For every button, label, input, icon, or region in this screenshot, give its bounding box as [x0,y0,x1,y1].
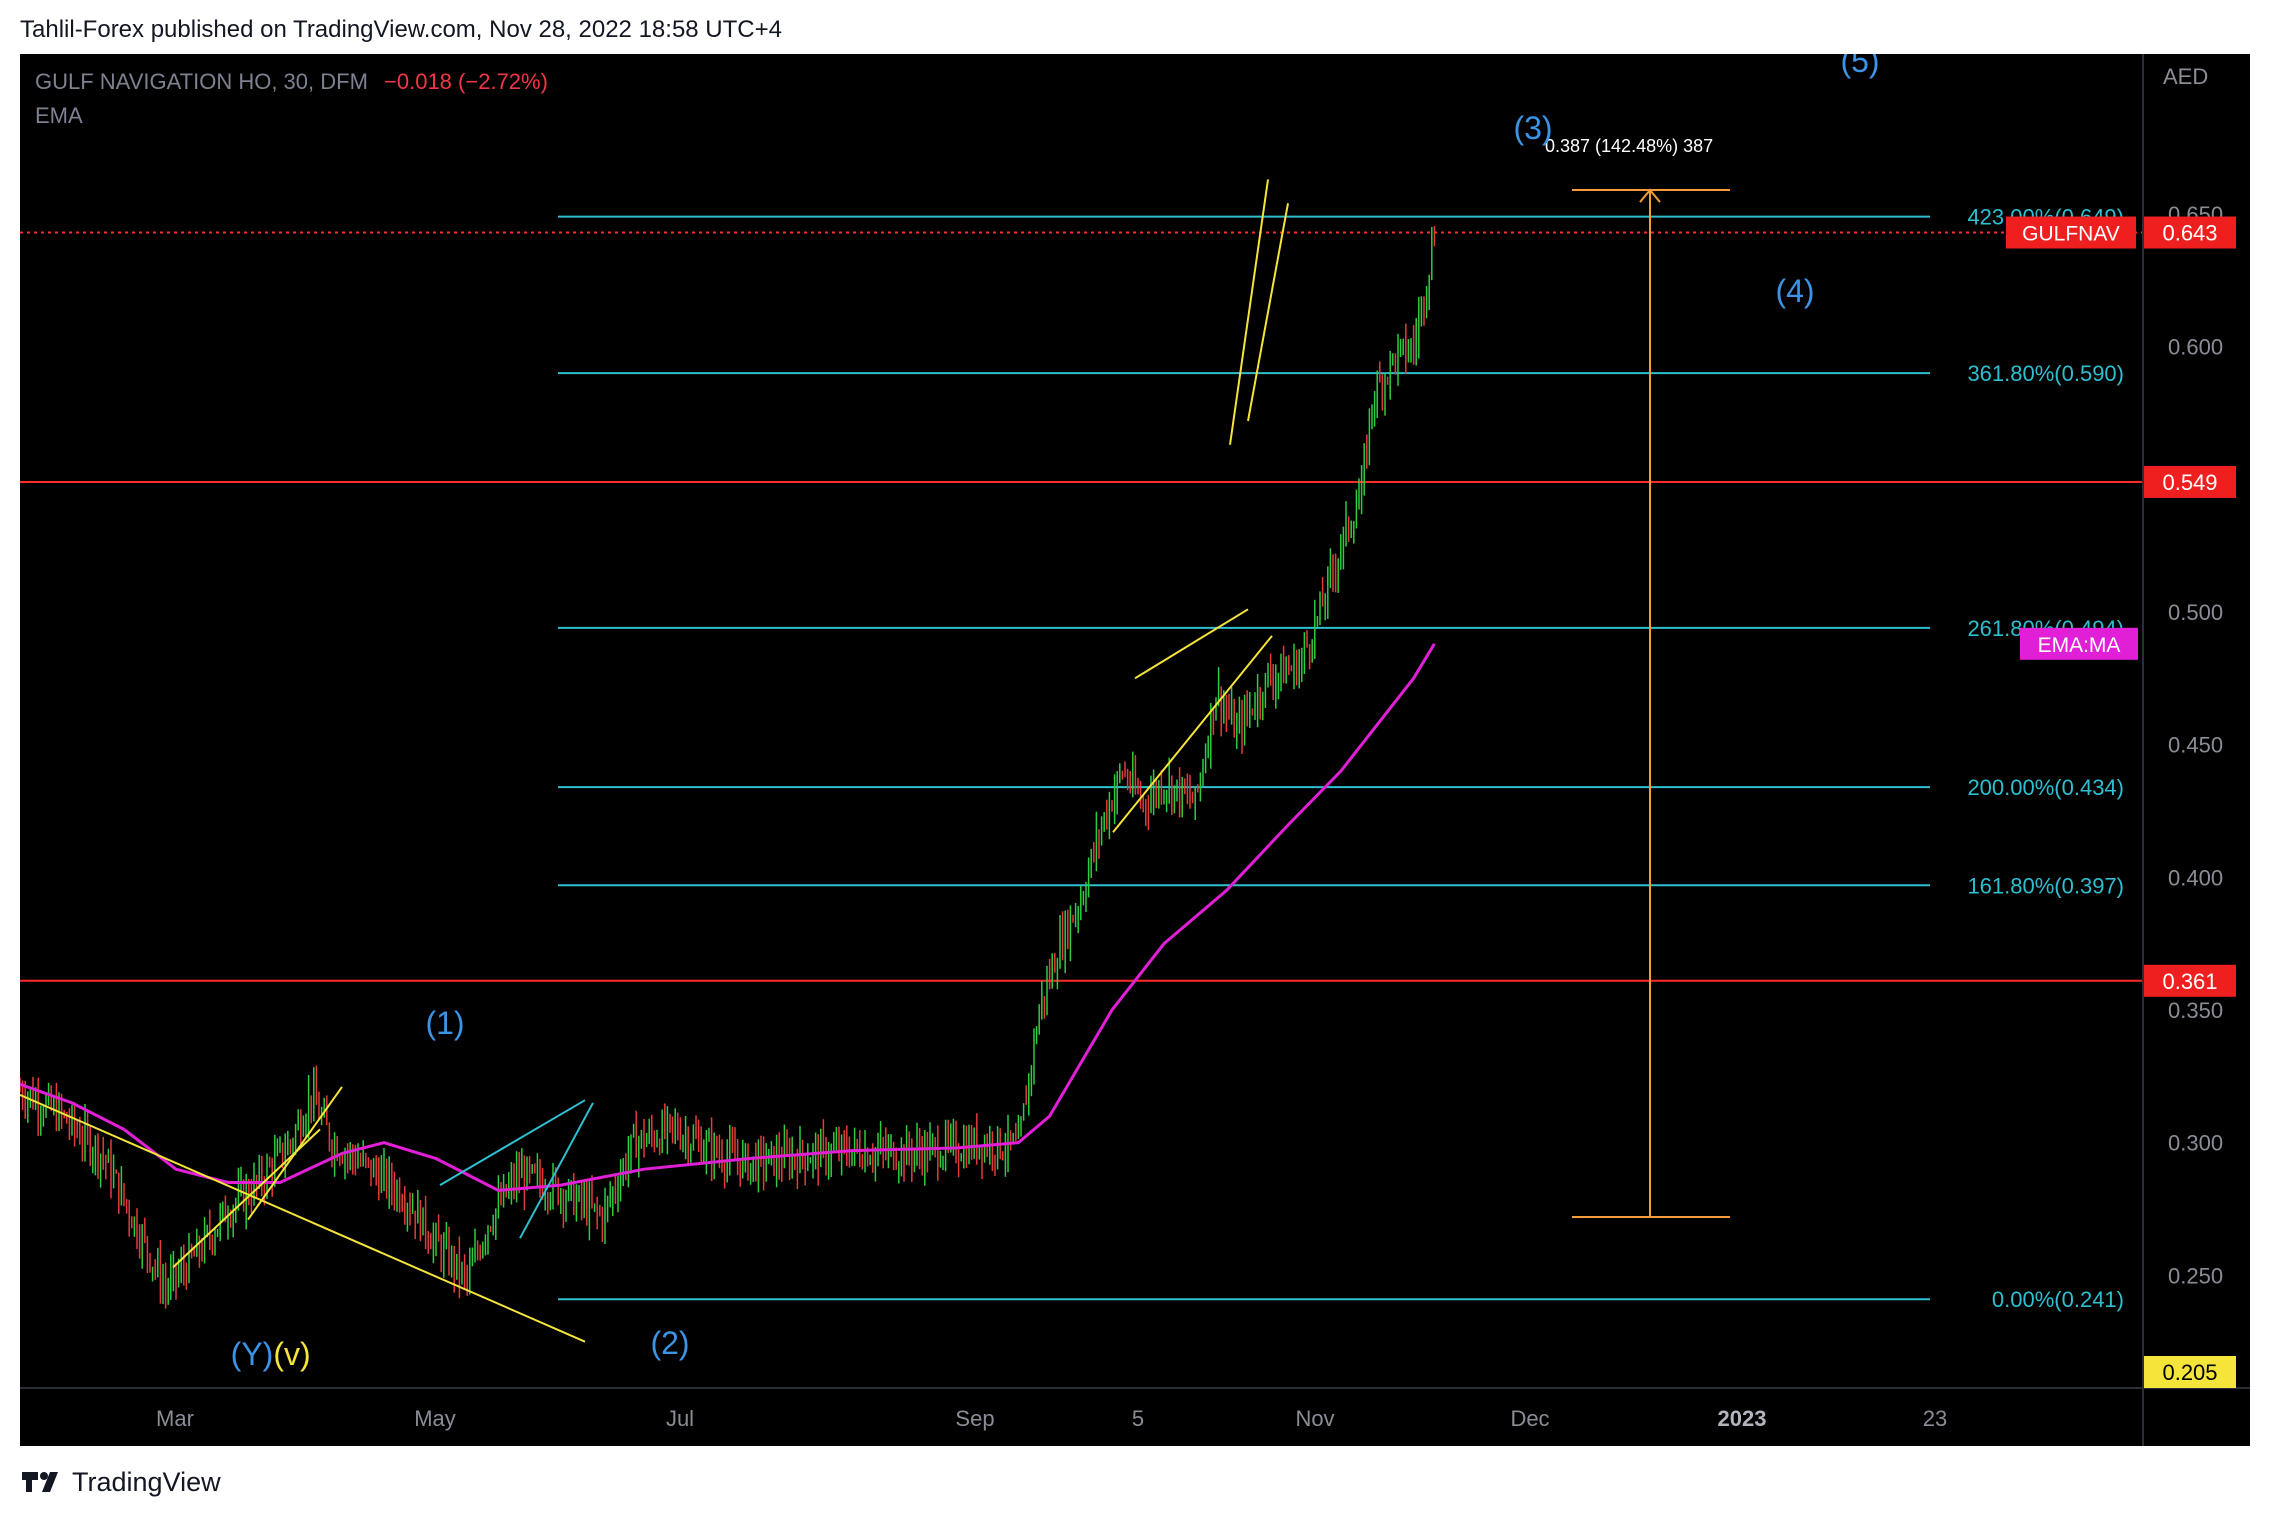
wave-label: (v) [273,1336,310,1372]
wave-label: (5) [1840,54,1879,79]
wave-label: (1) [425,1005,464,1041]
price-tick: 0.600 [2168,335,2223,360]
symbol-change: −0.018 (−2.72%) [384,69,548,94]
price-badge-text: 0.205 [2162,1360,2217,1385]
time-tick: 2023 [1718,1406,1767,1431]
price-badge-text: 0.643 [2162,221,2217,246]
price-badges: GULFNAV 0.643 0.549 0.361 0.205 EMA:MA [2006,216,2236,1388]
ema-badge-text: EMA:MA [2038,634,2121,657]
tradingview-footer[interactable]: TradingView [20,1462,221,1502]
publisher-header: Tahlil-Forex published on TradingView.co… [20,16,782,43]
price-tick: 0.350 [2168,998,2223,1023]
symbol-legend[interactable]: GULF NAVIGATION HO, 30, DFM −0.018 (−2.7… [35,69,548,94]
ema-line [19,643,1436,1192]
currency-label: AED [2163,64,2208,89]
wave-label: (3) [1513,110,1552,146]
trend-line [1229,179,1269,445]
price-chart[interactable]: 423.00%(0.649)361.80%(0.590)261.80%(0.49… [19,43,2250,1446]
price-badge-text: 0.549 [2162,470,2217,495]
price-tick: 0.450 [2168,733,2223,758]
price-tick: 0.250 [2168,1263,2223,1288]
time-tick: Nov [1295,1406,1334,1431]
price-tick: 0.300 [2168,1131,2223,1156]
trend-line [247,1086,343,1221]
time-tick: 23 [1923,1406,1947,1431]
time-tick: Sep [955,1406,994,1431]
price-badge-text: 0.361 [2162,969,2217,994]
time-axis[interactable]: Mar May Jul Sep 5 Nov Dec 2023 23 [156,1406,1947,1431]
fib-level-label: 200.00%(0.434) [1967,775,2124,800]
time-tick: Mar [156,1406,194,1431]
price-tick: 0.400 [2168,865,2223,890]
tradingview-brand: TradingView [72,1466,221,1497]
time-tick: May [414,1406,456,1431]
fib-level-label: 161.80%(0.397) [1967,873,2124,898]
time-tick: 5 [1132,1406,1144,1431]
fib-level-label: 0.00%(0.241) [1992,1287,2124,1312]
price-tick: 0.500 [2168,600,2223,625]
wave-label: (4) [1775,273,1814,309]
trend-line [1247,203,1289,422]
symbol-name: GULF NAVIGATION HO, 30, DFM [35,69,368,94]
tradingview-logo-icon [22,1472,58,1492]
channel-line [439,1099,586,1186]
wave-label: (2) [650,1325,689,1361]
time-tick: Jul [666,1406,694,1431]
time-tick: Dec [1510,1406,1549,1431]
wave-label: (Y) [231,1336,274,1372]
trend-line [1134,608,1249,680]
chart-panel[interactable]: 423.00%(0.649)361.80%(0.590)261.80%(0.49… [19,43,2250,1446]
fib-level-label: 361.80%(0.590) [1967,361,2124,386]
measure-label: 0.387 (142.48%) 387 [1545,136,1713,156]
symbol-badge-text: GULFNAV [2022,223,2120,246]
indicator-legend[interactable]: EMA [35,103,83,128]
price-axis[interactable]: 0.6500.6000.5500.5000.4500.4000.3500.300… [2168,202,2223,1288]
trend-line [19,1093,586,1343]
plot-area: 423.00%(0.649)361.80%(0.590)261.80%(0.49… [19,43,2143,1372]
